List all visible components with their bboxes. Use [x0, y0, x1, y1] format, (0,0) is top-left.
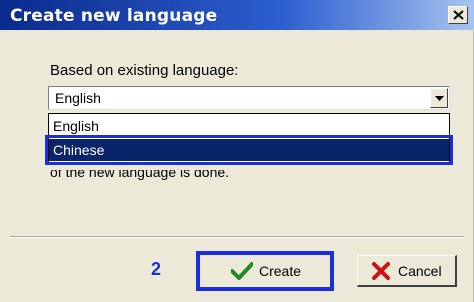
create-button[interactable]: Create [196, 251, 334, 291]
button-separator [10, 236, 464, 238]
dialog-title: Create new language [10, 6, 218, 26]
title-bar[interactable]: Create new language [0, 0, 474, 30]
language-select[interactable]: English [48, 86, 450, 110]
close-button[interactable] [448, 6, 468, 24]
x-icon [372, 262, 390, 280]
step-number-annotation: 2 [151, 259, 162, 279]
create-language-dialog: Create new language Based on existing la… [0, 0, 474, 302]
dropdown-option-chinese[interactable]: Chinese [45, 135, 453, 165]
based-on-label: Based on existing language: [50, 62, 239, 79]
create-button-label: Create [259, 263, 302, 279]
language-select-value: English [55, 90, 101, 106]
cancel-button-label: Cancel [398, 263, 442, 279]
checkmark-icon [231, 262, 253, 280]
cancel-button[interactable]: Cancel [357, 255, 457, 287]
language-dropdown-list: English Chinese [45, 113, 453, 165]
dropdown-option-english[interactable]: English [49, 115, 449, 137]
close-icon [453, 10, 464, 20]
chevron-down-icon [435, 96, 444, 101]
dropdown-arrow-button[interactable] [430, 88, 448, 108]
description-text-partial: of the new language is done. [50, 164, 230, 180]
